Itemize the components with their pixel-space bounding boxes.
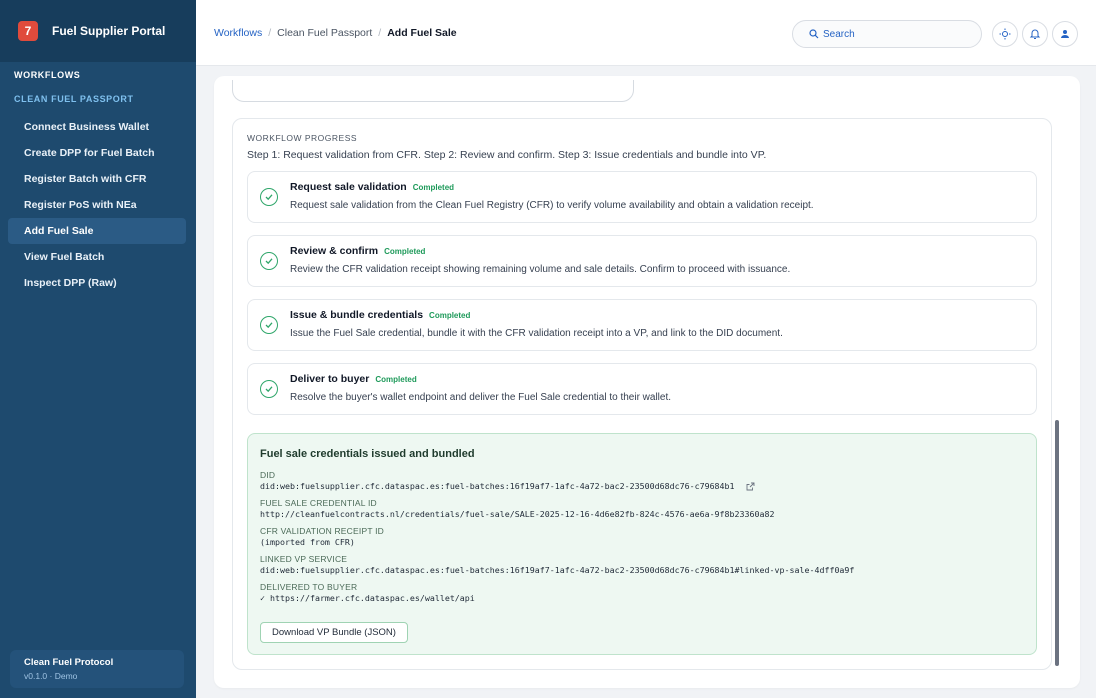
step-description: Request sale validation from the Clean F… bbox=[290, 200, 814, 211]
check-circle-icon bbox=[260, 252, 278, 270]
workflow-progress-description: Step 1: Request validation from CFR. Ste… bbox=[247, 149, 767, 161]
main-panel: WORKFLOW PROGRESS Step 1: Request valida… bbox=[214, 76, 1080, 688]
step-title: Issue & bundle credentials bbox=[290, 309, 424, 321]
brand-title: Fuel Supplier Portal bbox=[52, 24, 166, 38]
step-title: Request sale validation bbox=[290, 181, 407, 193]
breadcrumb-workflows[interactable]: Workflows bbox=[214, 27, 262, 39]
sun-icon bbox=[999, 28, 1011, 40]
breadcrumb-separator: / bbox=[378, 27, 382, 39]
sidebar-item-register-pos[interactable]: Register PoS with NEa bbox=[8, 192, 186, 218]
sidebar-nav: Connect Business Wallet Create DPP for F… bbox=[8, 114, 186, 296]
status-badge: Completed bbox=[412, 183, 455, 192]
nav-section-clean-fuel-passport[interactable]: CLEAN FUEL PASSPORT bbox=[14, 94, 134, 104]
step-deliver-to-buyer: Deliver to buyer Completed Resolve the b… bbox=[247, 363, 1037, 415]
result-panel: Fuel sale credentials issued and bundled… bbox=[247, 433, 1037, 655]
bell-icon bbox=[1029, 29, 1041, 39]
brand-header[interactable]: 7 Fuel Supplier Portal bbox=[0, 0, 196, 62]
step-issue-bundle-credentials: Issue & bundle credentials Completed Iss… bbox=[247, 299, 1037, 351]
credential-id-value: http://cleanfuelcontracts.nl/credentials… bbox=[260, 509, 775, 519]
footer-version: v0.1.0 · Demo bbox=[24, 671, 78, 681]
check-circle-icon bbox=[260, 380, 278, 398]
breadcrumb: Workflows / Clean Fuel Passport / Add Fu… bbox=[214, 27, 457, 39]
scrollbar-thumb[interactable] bbox=[1055, 420, 1059, 666]
delivered-label: DELIVERED TO BUYER bbox=[260, 582, 358, 592]
linked-vp-label: LINKED VP SERVICE bbox=[260, 554, 348, 564]
breadcrumb-clean-fuel-passport[interactable]: Clean Fuel Passport bbox=[277, 27, 372, 39]
user-icon bbox=[1061, 30, 1069, 38]
status-badge: Completed bbox=[429, 311, 471, 320]
nav-section-workflows: WORKFLOWS bbox=[14, 70, 81, 80]
external-link-icon[interactable] bbox=[746, 482, 755, 491]
sidebar: 7 Fuel Supplier Portal WORKFLOWS CLEAN F… bbox=[0, 0, 196, 698]
check-circle-icon bbox=[260, 188, 278, 206]
step-review-confirm: Review & confirm Completed Review the CF… bbox=[247, 235, 1037, 287]
step-description: Resolve the buyer's wallet endpoint and … bbox=[290, 392, 672, 403]
brand-logo: 7 bbox=[18, 21, 38, 41]
step-description: Issue the Fuel Sale credential, bundle i… bbox=[290, 328, 783, 339]
sidebar-item-create-dpp[interactable]: Create DPP for Fuel Batch bbox=[8, 140, 186, 166]
check-circle-icon bbox=[260, 316, 278, 334]
search-input[interactable]: Search bbox=[792, 20, 982, 48]
download-vp-bundle-button[interactable]: Download VP Bundle (JSON) bbox=[260, 622, 408, 643]
notifications-button[interactable] bbox=[1022, 21, 1048, 47]
step-title: Review & confirm bbox=[290, 245, 379, 257]
theme-toggle-button[interactable] bbox=[992, 21, 1018, 47]
workflow-progress-card: WORKFLOW PROGRESS Step 1: Request valida… bbox=[232, 118, 1052, 670]
footer-title: Clean Fuel Protocol bbox=[24, 657, 114, 668]
workflow-progress-heading: WORKFLOW PROGRESS bbox=[247, 133, 358, 143]
sidebar-item-view-fuel-batch[interactable]: View Fuel Batch bbox=[8, 244, 186, 270]
previous-section-edge bbox=[232, 80, 634, 102]
receipt-id-value: (imported from CFR) bbox=[260, 537, 355, 547]
breadcrumb-current: Add Fuel Sale bbox=[387, 27, 457, 39]
sidebar-item-add-fuel-sale[interactable]: Add Fuel Sale bbox=[8, 218, 186, 244]
sidebar-item-connect-business-wallet[interactable]: Connect Business Wallet bbox=[8, 114, 186, 140]
step-title: Deliver to buyer bbox=[290, 373, 370, 385]
receipt-id-label: CFR VALIDATION RECEIPT ID bbox=[260, 526, 385, 536]
credential-id-label: FUEL SALE CREDENTIAL ID bbox=[260, 498, 377, 508]
linked-vp-value: did:web:fuelsupplier.cfc.dataspac.es:fue… bbox=[260, 565, 855, 575]
result-title: Fuel sale credentials issued and bundled bbox=[260, 448, 475, 460]
search-placeholder: Search bbox=[823, 28, 855, 40]
user-menu-button[interactable] bbox=[1052, 21, 1078, 47]
topbar: Workflows / Clean Fuel Passport / Add Fu… bbox=[196, 0, 1096, 66]
step-description: Review the CFR validation receipt showin… bbox=[290, 264, 791, 275]
sidebar-item-inspect-dpp[interactable]: Inspect DPP (Raw) bbox=[8, 270, 186, 296]
sidebar-item-register-batch[interactable]: Register Batch with CFR bbox=[8, 166, 186, 192]
delivered-value: ✓ https://farmer.cfc.dataspac.es/wallet/… bbox=[260, 593, 475, 603]
did-row: did:web:fuelsupplier.cfc.dataspac.es:fue… bbox=[260, 481, 755, 491]
did-label: DID bbox=[260, 470, 276, 480]
step-request-sale-validation: Request sale validation Completed Reques… bbox=[247, 171, 1037, 223]
did-value[interactable]: did:web:fuelsupplier.cfc.dataspac.es:fue… bbox=[260, 481, 735, 491]
search-icon bbox=[809, 29, 819, 39]
status-badge: Completed bbox=[375, 375, 417, 384]
status-badge: Completed bbox=[384, 247, 426, 256]
breadcrumb-separator: / bbox=[268, 27, 272, 39]
sidebar-footer: Clean Fuel Protocol v0.1.0 · Demo bbox=[10, 650, 184, 688]
